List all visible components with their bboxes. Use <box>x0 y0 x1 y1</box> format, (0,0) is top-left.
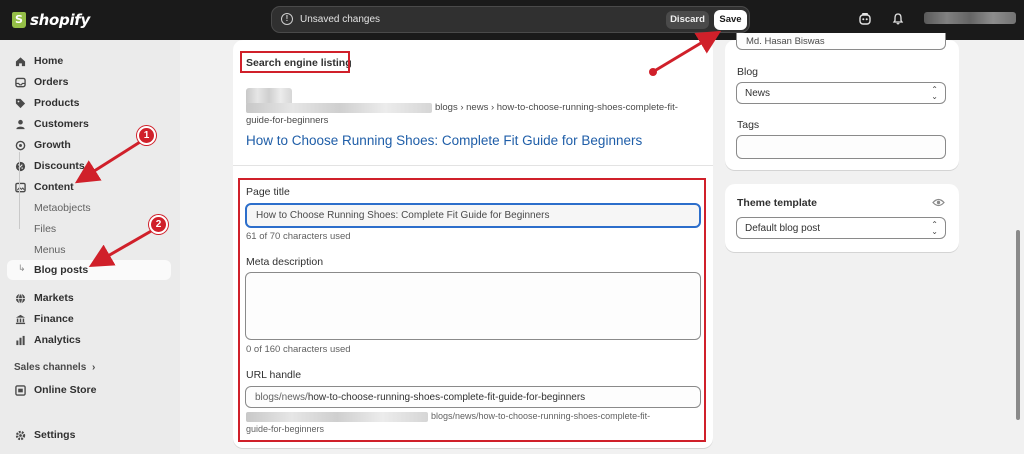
sidebar-item-orders[interactable]: Orders <box>8 72 171 92</box>
seo-divider <box>233 165 713 166</box>
discard-button[interactable]: Discard <box>666 11 709 29</box>
annotation-box-seo-heading <box>240 51 350 73</box>
subnav-line <box>19 152 20 229</box>
annotation-box-seo-fields <box>238 178 706 442</box>
seo-breadcrumb-line2: guide-for-beginners <box>246 115 329 126</box>
sidebar-item-markets[interactable]: Markets <box>8 288 171 308</box>
discount-icon <box>15 161 26 171</box>
subnav-branch-icon: ↳ <box>18 263 26 273</box>
sidebar-item-label: Markets <box>34 292 74 304</box>
image-icon <box>15 182 26 192</box>
sidebar-item-menus[interactable]: Menus <box>34 244 66 256</box>
tag-icon <box>15 98 26 108</box>
gear-icon <box>15 430 26 440</box>
inbox-icon <box>15 77 26 87</box>
sidebar-item-blog-posts[interactable]: ↳ Blog posts <box>7 260 171 280</box>
chart-icon <box>16 335 25 345</box>
home-icon <box>15 56 26 66</box>
annotation-badge-2: 2 <box>149 215 168 234</box>
sales-channels-header[interactable]: Sales channels › <box>14 362 95 373</box>
annotation-badge-1: 1 <box>137 126 156 145</box>
sidebar-item-online-store[interactable]: Online Store <box>8 380 171 400</box>
save-button[interactable]: Save <box>714 10 747 30</box>
blog-label: Blog <box>737 66 759 78</box>
eye-icon[interactable] <box>932 197 945 208</box>
person-icon <box>16 119 25 129</box>
sidebar-item-label: Growth <box>34 139 71 151</box>
sidebar-item-content[interactable]: Content <box>8 177 171 197</box>
target-icon <box>15 140 26 150</box>
select-chevron-icon: ⌃ ⌄ <box>931 220 938 236</box>
blog-value: News <box>745 87 771 99</box>
alert-icon: ! <box>281 13 293 25</box>
sidebar-item-label: Analytics <box>34 334 81 346</box>
store-icon <box>15 384 26 396</box>
shopify-bag-icon <box>12 12 26 28</box>
sidebar-item-products[interactable]: Products <box>8 93 171 113</box>
globe-icon <box>15 293 26 303</box>
sidebar-item-metaobjects[interactable]: Metaobjects <box>34 202 91 214</box>
brand-name: shopify <box>30 11 90 29</box>
sidebar-item-label: Finance <box>34 313 74 325</box>
scrollbar[interactable] <box>1016 230 1020 420</box>
sidebar-item-label: Blog posts <box>34 264 89 276</box>
store-url-preview <box>246 103 432 113</box>
sidebar-item-home[interactable]: Home <box>8 51 171 71</box>
sidekick-icon[interactable] <box>858 12 872 26</box>
theme-template-label: Theme template <box>737 197 817 209</box>
sidebar-item-analytics[interactable]: Analytics <box>8 330 171 350</box>
sidebar-item-label: Settings <box>34 429 76 441</box>
blog-select[interactable]: News ⌃ ⌄ <box>736 82 946 104</box>
sidebar-item-label: Discounts <box>34 160 85 172</box>
author-value: Md. Hasan Biswas <box>746 36 825 47</box>
sidebar-item-label: Orders <box>34 76 69 88</box>
account-menu[interactable] <box>924 12 1016 24</box>
sales-channels-label: Sales channels <box>14 362 87 373</box>
unsaved-changes-text: Unsaved changes <box>300 14 381 25</box>
seo-preview-title[interactable]: How to Choose Running Shoes: Complete Fi… <box>246 133 642 148</box>
sidebar-item-settings[interactable]: Settings <box>8 425 171 445</box>
author-select[interactable]: Md. Hasan Biswas <box>736 33 946 50</box>
tags-input[interactable] <box>736 135 946 159</box>
bell-icon[interactable] <box>891 12 905 26</box>
sidebar-item-label: Online Store <box>34 384 97 396</box>
sidebar-item-finance[interactable]: Finance <box>8 309 171 329</box>
chevron-right-icon: › <box>92 362 96 373</box>
seo-breadcrumb: blogs › news › how-to-choose-running-sho… <box>435 102 678 113</box>
sidebar-item-discounts[interactable]: Discounts <box>8 156 171 176</box>
sidebar-item-label: Home <box>34 55 64 67</box>
bank-icon <box>15 314 26 324</box>
sidebar-item-label: Content <box>34 181 74 193</box>
theme-template-value: Default blog post <box>745 222 821 234</box>
tags-label: Tags <box>737 119 760 131</box>
sidebar-item-label: Customers <box>34 118 89 130</box>
sidebar-item-files[interactable]: Files <box>34 223 56 235</box>
select-chevron-icon: ⌃ ⌄ <box>931 85 938 101</box>
theme-template-select[interactable]: Default blog post ⌃ ⌄ <box>736 217 946 239</box>
shopify-logo[interactable]: shopify <box>12 11 90 29</box>
unsaved-changes-bar: ! Unsaved changes Discard Save <box>271 6 750 33</box>
sidebar-item-label: Products <box>34 97 80 109</box>
